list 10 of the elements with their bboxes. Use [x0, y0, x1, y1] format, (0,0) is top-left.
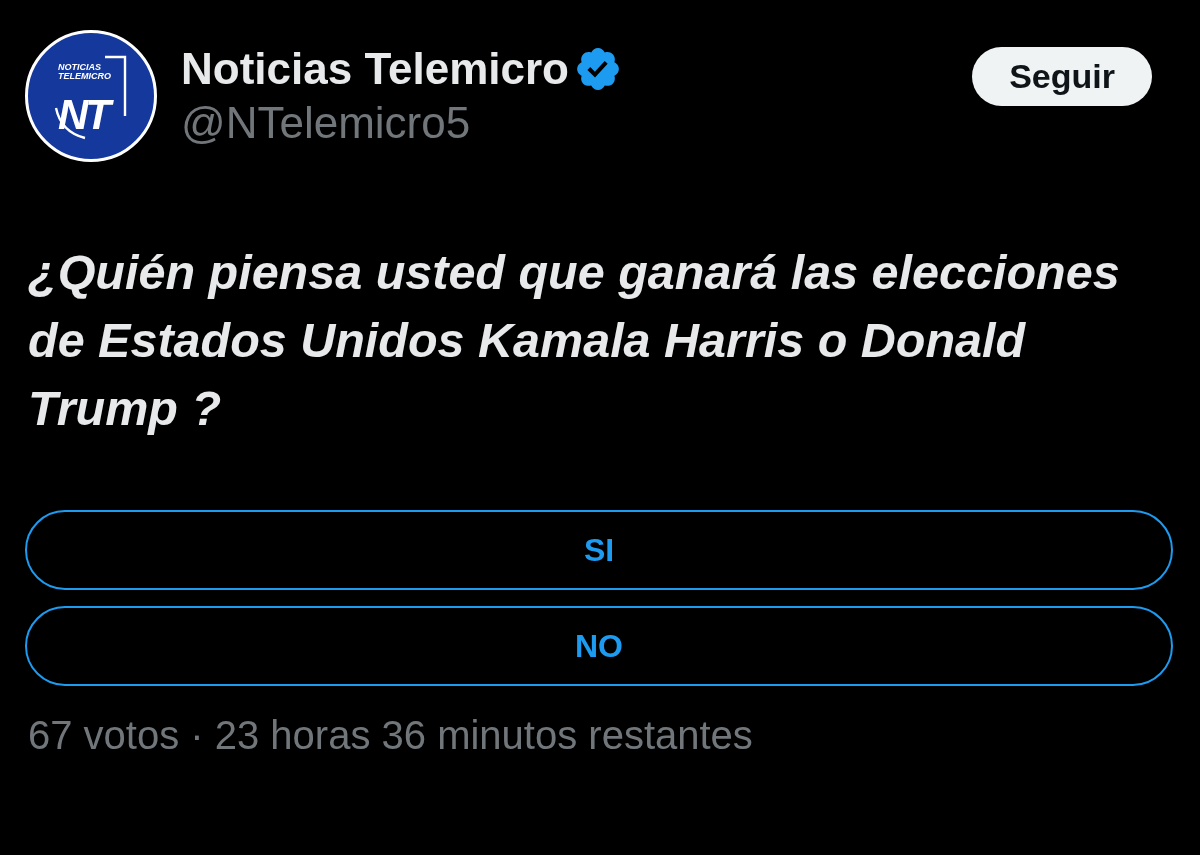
logo-caption: NOTICIAS — [58, 62, 101, 72]
avatar-logo[interactable]: NOTICIAS TELEMICRO NT — [25, 30, 157, 162]
logo-caption: TELEMICRO — [58, 71, 111, 81]
follow-button[interactable]: Seguir — [972, 47, 1152, 106]
account-name[interactable]: Noticias Telemicro — [181, 44, 569, 94]
poll-option[interactable]: NO — [25, 606, 1173, 686]
poll-status: 67 votos · 23 horas 36 minutos restantes — [28, 712, 754, 758]
tweet-text: ¿Quién piensa usted que ganará las elecciones de Estados Unidos Kamala Harris o Donald Trump ? — [28, 244, 1121, 437]
account-handle[interactable]: @NTelemicro5 — [181, 98, 973, 148]
poll-option[interactable]: SI — [25, 510, 1173, 590]
